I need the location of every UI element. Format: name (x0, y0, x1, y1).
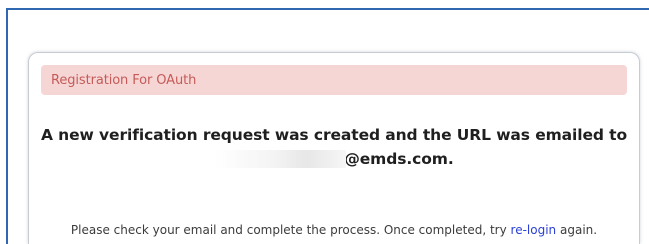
registration-card: Registration For OAuth A new verificatio… (28, 52, 640, 244)
message-line-1: A new verification request was created a… (40, 126, 628, 144)
redacted-email-user (214, 150, 347, 168)
instruction-before-link: Please check your email and complete the… (70, 223, 507, 237)
email-suffix: @emds.com. (344, 150, 454, 168)
card-header-title: Registration For OAuth (51, 72, 197, 88)
message-line-2: @emds.com. (214, 147, 454, 171)
verification-message: A new verification request was created a… (29, 123, 639, 171)
relogin-link[interactable]: re-login (511, 223, 557, 237)
instructions-text: Please check your email and complete the… (49, 221, 619, 239)
page: Registration For OAuth A new verificatio… (0, 0, 649, 244)
instruction-after-link: again. (560, 223, 598, 237)
card-header: Registration For OAuth (41, 65, 627, 95)
